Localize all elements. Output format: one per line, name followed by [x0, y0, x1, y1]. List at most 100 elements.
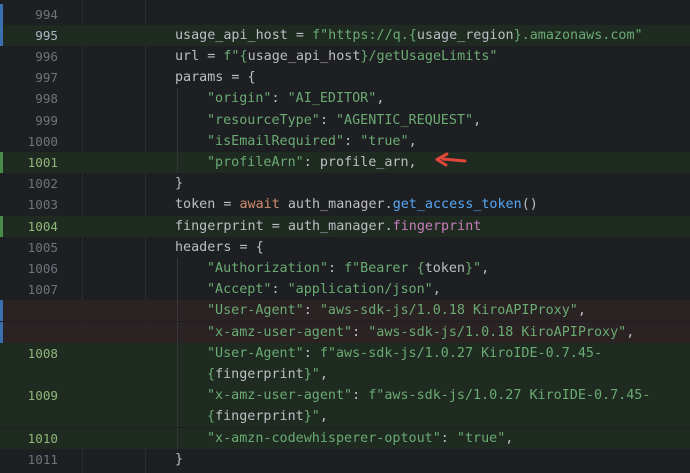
code-token: f"{ [223, 48, 248, 64]
code-token: auth_manager. [287, 197, 393, 213]
line-number[interactable]: 994 [0, 7, 58, 22]
code-token: "resourceType" [207, 112, 320, 128]
code-token: : [352, 388, 369, 404]
code-line[interactable]: {fingerprint}", [0, 363, 690, 386]
code-token: f"https://q.{ [312, 27, 417, 43]
code-text: {fingerprint}", [207, 367, 328, 382]
code-line[interactable]: 994 [0, 3, 690, 25]
code-token: headers = { [175, 239, 264, 255]
code-line[interactable]: "User-Agent": "aws-sdk-js/1.0.18 KiroAPI… [0, 300, 690, 322]
code-token: "origin" [207, 91, 272, 107]
code-text: "profileArn": profile_arn, [207, 155, 417, 170]
code-token: () [521, 197, 538, 213]
code-token: "x-amzn-codewhisperer-optout" [207, 430, 441, 446]
red-arrow-icon [435, 152, 467, 167]
code-text: "User-Agent": "aws-sdk-js/1.0.18 KiroAPI… [207, 303, 586, 318]
code-line[interactable]: 1001 "profileArn": profile_arn, [0, 151, 690, 174]
indent-guide [177, 151, 178, 174]
code-token: "true" [456, 430, 506, 446]
code-token: "User-Agent" [207, 345, 304, 361]
indent-guide [177, 321, 178, 343]
code-line[interactable]: 1009 "x-amz-user-agent": f"aws-sdk-js/1.0… [0, 385, 690, 407]
line-number[interactable]: 1004 [0, 219, 58, 234]
line-number[interactable]: 1007 [0, 282, 58, 297]
code-text: headers = { [175, 240, 264, 255]
code-text: "User-Agent": f"aws-sdk-js/1.0.27 KiroID… [207, 346, 602, 361]
code-text: usage_api_host = f"https://q.{usage_regi… [175, 28, 643, 43]
code-token: "AI_EDITOR" [287, 91, 377, 107]
line-number[interactable]: 1009 [0, 388, 58, 403]
indent-guide [177, 130, 178, 152]
line-number[interactable]: 997 [0, 70, 58, 85]
code-token: "x-amz-user-agent" [207, 324, 353, 340]
code-line[interactable]: "x-amz-user-agent": "aws-sdk-js/1.0.18 K… [0, 321, 690, 343]
code-text: "Authorization": f"Bearer {token}", [207, 261, 489, 276]
change-marker[interactable] [0, 321, 3, 343]
code-text: "x-amz-user-agent": f"aws-sdk-js/1.0.27 … [207, 388, 650, 403]
code-token: "AGENTIC_REQUEST" [336, 112, 474, 128]
code-line[interactable]: 1011} [0, 449, 690, 470]
line-number[interactable]: 1006 [0, 261, 58, 276]
code-token: "aws-sdk-js/1.0.18 KiroAPIProxy" [368, 324, 627, 340]
change-marker[interactable] [0, 300, 3, 322]
line-number[interactable]: 998 [0, 91, 58, 106]
indent-guide [177, 109, 178, 131]
code-token: }" [303, 409, 320, 425]
line-number[interactable]: 1011 [0, 452, 58, 467]
code-token: await [239, 197, 288, 213]
line-number[interactable]: 1002 [0, 176, 58, 191]
code-token: , [626, 324, 635, 340]
code-token: , [505, 430, 514, 446]
line-number[interactable]: 995 [0, 28, 58, 43]
code-text: "x-amz-user-agent": "aws-sdk-js/1.0.18 K… [207, 325, 634, 340]
code-line[interactable]: 1007 "Accept": "application/json", [0, 279, 690, 301]
indent-guide [177, 342, 178, 364]
code-token: "isEmailRequired" [207, 133, 345, 149]
line-number[interactable]: 1001 [0, 155, 58, 170]
code-line[interactable]: 1006 "Authorization": f"Bearer {token}", [0, 257, 690, 280]
code-token: , [432, 282, 441, 298]
code-token: fingerprint = auth_manager. [175, 218, 393, 234]
code-line[interactable]: 1002} [0, 173, 690, 194]
code-line[interactable]: 997 params = { [0, 67, 690, 88]
code-line[interactable]: 1008 "User-Agent": f"aws-sdk-js/1.0.27 Ki… [0, 342, 690, 364]
code-token: : [344, 133, 361, 149]
code-token: f"aws-sdk-js/1.0.27 KiroIDE-0.7.45- [368, 388, 651, 404]
code-line[interactable]: 1003 token = await auth_manager.get_acces… [0, 194, 690, 215]
indent-guide [177, 257, 178, 280]
code-token: url = [175, 48, 224, 64]
line-number[interactable]: 1010 [0, 431, 58, 446]
code-text: "x-amzn-codewhisperer-optout": "true", [207, 431, 513, 446]
code-line[interactable]: 1000 "isEmailRequired": "true", [0, 130, 690, 152]
code-line[interactable]: {fingerprint}", [0, 406, 690, 428]
line-number[interactable]: 1008 [0, 346, 58, 361]
indent-guide [177, 88, 178, 110]
line-number[interactable]: 999 [0, 113, 58, 128]
indent-guide [177, 427, 178, 449]
code-token: : profile_arn, [303, 154, 417, 170]
line-number[interactable]: 1000 [0, 134, 58, 149]
code-text: } [175, 452, 183, 467]
code-line[interactable]: 996 url = f"{usage_api_host}/getUsageLimi… [0, 46, 690, 67]
code-token: : [303, 345, 320, 361]
line-number[interactable]: 1005 [0, 240, 58, 255]
code-token: , [319, 409, 328, 425]
line-number[interactable]: 996 [0, 49, 58, 64]
code-token: : [271, 91, 288, 107]
code-line[interactable]: 998 "origin": "AI_EDITOR", [0, 88, 690, 110]
code-token: f"Bearer { [344, 260, 425, 276]
code-line[interactable]: 999 "resourceType": "AGENTIC_REQUEST", [0, 109, 690, 131]
code-text: "resourceType": "AGENTIC_REQUEST", [207, 113, 481, 128]
code-editor[interactable]: 994 995 usage_api_host = f"https://q.{usag… [0, 0, 690, 473]
line-number[interactable]: 1003 [0, 197, 58, 212]
code-token: "Accept" [207, 282, 272, 298]
code-line[interactable]: 1010 "x-amzn-codewhisperer-optout": "true… [0, 427, 690, 449]
code-text: token = await auth_manager.get_access_to… [175, 197, 538, 212]
code-line[interactable]: 995 usage_api_host = f"https://q.{usage_r… [0, 24, 690, 46]
code-token: "Authorization" [207, 260, 328, 276]
code-token: "x-amz-user-agent" [207, 388, 353, 404]
indent-guide [177, 363, 178, 386]
code-line[interactable]: 1004 fingerprint = auth_manager.fingerpri… [0, 215, 690, 237]
code-line[interactable]: 1005 headers = { [0, 237, 690, 258]
code-token: "application/json" [287, 282, 433, 298]
